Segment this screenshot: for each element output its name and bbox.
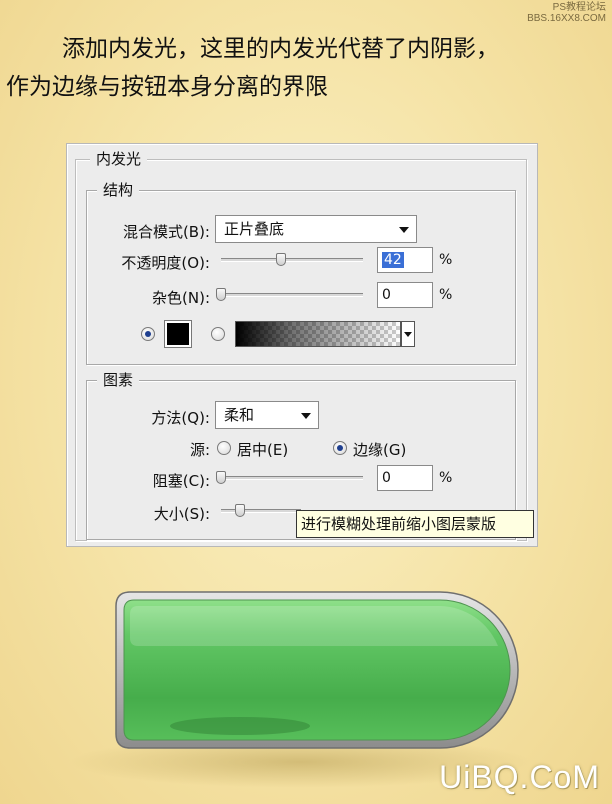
structure-group: 结构 混合模式(B): 正片叠底 不透明度(O): 42 % 杂色(N): 0 … bbox=[86, 181, 516, 365]
forum-watermark-url: BBS.16XX8.COM bbox=[527, 13, 606, 24]
elements-title: 图素 bbox=[97, 371, 140, 389]
solid-color-radio[interactable] bbox=[141, 327, 155, 341]
blend-mode-value: 正片叠底 bbox=[224, 220, 285, 238]
noise-value: 0 bbox=[382, 287, 391, 303]
button-inner-shadow bbox=[170, 717, 310, 735]
forum-watermark-name: PS教程论坛 bbox=[552, 2, 606, 13]
forum-watermark: PS教程论坛 BBS.16XX8.COM bbox=[527, 2, 606, 24]
choke-label: 阻塞(C): bbox=[152, 472, 210, 490]
blend-mode-label: 混合模式(B): bbox=[122, 223, 210, 241]
opacity-label: 不透明度(O): bbox=[121, 254, 210, 272]
choke-value: 0 bbox=[382, 470, 391, 486]
opacity-percent: % bbox=[439, 252, 453, 268]
inner-glow-dialog: 内发光 结构 混合模式(B): 正片叠底 不透明度(O): 42 % 杂色(N)… bbox=[66, 143, 538, 547]
site-watermark: UiBQ.CoM bbox=[439, 759, 600, 795]
noise-slider[interactable] bbox=[221, 293, 363, 297]
opacity-value: 42 bbox=[382, 252, 404, 268]
choke-slider[interactable] bbox=[221, 476, 363, 480]
method-label: 方法(Q): bbox=[151, 409, 210, 427]
gradient-radio[interactable] bbox=[211, 327, 225, 341]
size-slider[interactable] bbox=[221, 509, 301, 513]
tutorial-caption: 添加内发光，这里的内发光代替了内阴影， 作为边缘与按钮本身分离的界限 bbox=[0, 30, 612, 106]
noise-label: 杂色(N): bbox=[152, 289, 210, 307]
opacity-input[interactable]: 42 bbox=[377, 247, 433, 273]
choke-input[interactable]: 0 bbox=[377, 465, 433, 491]
chevron-down-icon bbox=[399, 227, 409, 233]
caption-line-2: 作为边缘与按钮本身分离的界限 bbox=[6, 74, 328, 100]
blend-mode-select[interactable]: 正片叠底 bbox=[215, 215, 417, 243]
gradient-picker[interactable] bbox=[235, 321, 401, 347]
noise-input[interactable]: 0 bbox=[377, 282, 433, 308]
structure-title: 结构 bbox=[97, 181, 140, 199]
gradient-dropdown-button[interactable] bbox=[401, 321, 415, 347]
choke-percent: % bbox=[439, 470, 453, 486]
opacity-slider-handle[interactable] bbox=[275, 253, 286, 266]
source-edge-radio[interactable] bbox=[333, 441, 347, 455]
button-highlight bbox=[130, 606, 498, 646]
size-tooltip: 进行模糊处理前缩小图层蒙版 bbox=[296, 510, 534, 538]
inner-glow-title: 内发光 bbox=[90, 150, 148, 168]
method-select[interactable]: 柔和 bbox=[215, 401, 319, 429]
opacity-slider[interactable] bbox=[221, 258, 363, 262]
size-label: 大小(S): bbox=[153, 505, 210, 523]
chevron-down-icon bbox=[301, 413, 311, 419]
glow-color-swatch[interactable] bbox=[164, 320, 192, 348]
size-slider-handle[interactable] bbox=[235, 504, 245, 517]
caption-line-1: 添加内发光，这里的内发光代替了内阴影， bbox=[62, 36, 499, 62]
source-center-radio[interactable] bbox=[217, 441, 231, 455]
noise-percent: % bbox=[439, 287, 453, 303]
method-value: 柔和 bbox=[224, 406, 255, 424]
noise-slider-handle[interactable] bbox=[216, 288, 226, 301]
choke-slider-handle[interactable] bbox=[216, 471, 226, 484]
inner-glow-group: 内发光 结构 混合模式(B): 正片叠底 不透明度(O): 42 % 杂色(N)… bbox=[75, 150, 527, 541]
source-label: 源: bbox=[189, 441, 210, 459]
source-edge-label: 边缘(G) bbox=[353, 441, 407, 459]
source-center-label: 居中(E) bbox=[237, 441, 289, 459]
